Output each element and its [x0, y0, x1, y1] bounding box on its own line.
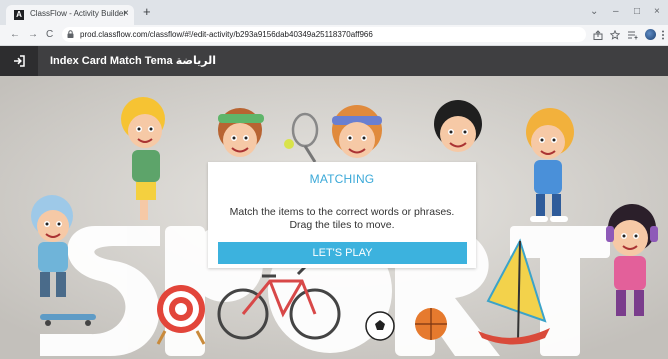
share-icon[interactable] — [593, 30, 603, 40]
exit-icon — [14, 55, 25, 67]
activity-stage: MATCHING Match the items to the correct … — [0, 76, 668, 359]
soccer-ball — [365, 311, 395, 341]
tab-search-chevron-icon[interactable]: ⌄ — [590, 6, 598, 18]
menu-icon[interactable] — [661, 30, 665, 40]
minimize-button[interactable]: – — [613, 6, 619, 18]
reading-list-icon[interactable] — [627, 30, 638, 40]
star-icon[interactable] — [610, 30, 620, 40]
lets-play-button[interactable]: LET'S PLAY — [218, 242, 467, 264]
dialog-title: MATCHING — [309, 172, 375, 186]
browser-tab[interactable]: A ClassFlow - Activity Builder × — [6, 5, 134, 25]
url-text: prod.classflow.com/classflow/#!/edit-act… — [80, 30, 373, 39]
reload-button[interactable]: C — [46, 28, 53, 41]
matching-intro-dialog: MATCHING Match the items to the correct … — [208, 162, 476, 268]
lock-icon — [67, 30, 74, 38]
app-header: Index Card Match Tema الرياضة — [0, 46, 668, 76]
exit-button[interactable] — [0, 46, 38, 76]
new-tab-button[interactable]: + — [143, 5, 151, 19]
address-bar[interactable]: prod.classflow.com/classflow/#!/edit-act… — [62, 27, 586, 42]
browser-tabstrip: A ClassFlow - Activity Builder × + ⌄ – □… — [0, 0, 668, 25]
tab-title: ClassFlow - Activity Builder — [30, 9, 127, 18]
profile-avatar[interactable] — [645, 29, 656, 40]
close-window-button[interactable]: × — [654, 6, 660, 18]
tab-close-icon[interactable]: × — [123, 8, 129, 19]
browser-toolbar: ← → C prod.classflow.com/classflow/#!/ed… — [0, 25, 668, 46]
instructions-line-1: Match the items to the correct words or … — [229, 206, 455, 218]
instructions-line-2: Drag the tiles to move. — [289, 219, 395, 231]
classflow-favicon-icon: A — [14, 10, 24, 20]
back-button[interactable]: ← — [10, 28, 20, 41]
forward-button[interactable]: → — [28, 28, 38, 41]
basketball — [415, 308, 447, 340]
maximize-button[interactable]: □ — [634, 6, 640, 18]
activity-title: Index Card Match Tema الرياضة — [50, 55, 217, 67]
